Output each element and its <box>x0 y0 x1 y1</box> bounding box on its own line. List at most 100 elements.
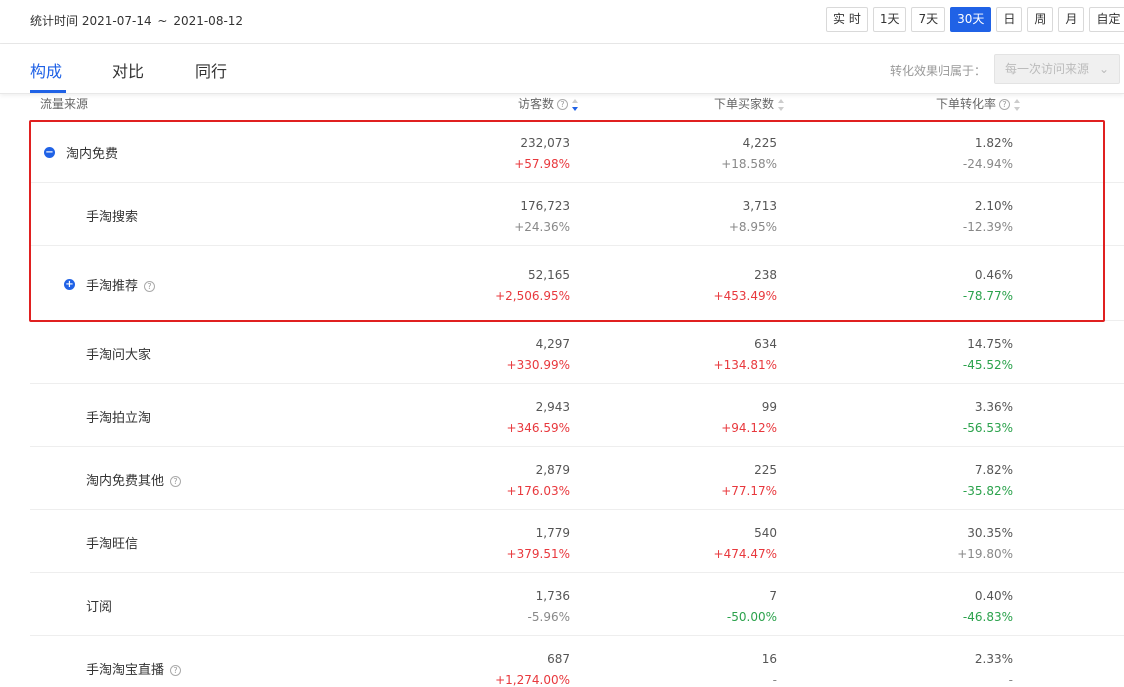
buyers-value: 16 <box>761 652 777 666</box>
cell-buyers: 16 - <box>762 650 777 687</box>
visitors-value: 2,943 <box>535 400 570 414</box>
column-header-visitors-label: 访客数 <box>518 97 555 111</box>
visitors-value: 687 <box>547 652 570 666</box>
tab-peers[interactable]: 同行 <box>195 58 227 82</box>
visitors-change: -5.96% <box>527 610 570 624</box>
column-header-rate[interactable]: 下单转化率? <box>936 95 1021 112</box>
cell-visitors: 687 +1,274.00% <box>495 650 570 687</box>
table-row[interactable]: 手淘搜索 176,723 +24.36% 3,713 +8.95% 2.10% -12.39… <box>30 183 1124 246</box>
table-row[interactable]: − 淘内免费 232,073 +57.98% 4,225 +18.58% 1.82% -24.… <box>30 120 1124 183</box>
row-source-label: 淘内免费其他 <box>86 473 165 489</box>
question-circle-icon[interactable]: ? <box>170 664 182 676</box>
column-header-rate-label: 下单转化率 <box>936 97 997 111</box>
cell-visitors: 2,943 +346.59% <box>507 398 570 437</box>
table-row[interactable]: 订阅 1,736 -5.96% 7 -50.00% 0.40% -46.83% <box>30 573 1124 636</box>
row-source-label: 订阅 <box>86 599 113 615</box>
table-row[interactable]: 淘内免费其他? 2,879 +176.03% 225 +77.17% 7.82% -35.8… <box>30 447 1124 510</box>
stat-time-label: 统计时间 <box>30 14 79 28</box>
cell-visitors: 4,297 +330.99% <box>507 335 570 374</box>
rate-change: -35.82% <box>962 484 1013 498</box>
minus-circle-icon[interactable]: − <box>44 146 55 158</box>
row-source-name: 订阅 <box>86 596 112 615</box>
cell-buyers: 3,713 +8.95% <box>729 197 777 236</box>
stat-time-end: 2021-08-12 <box>173 14 244 28</box>
question-circle-icon[interactable]: ? <box>999 99 1011 110</box>
rate-change: -24.94% <box>962 157 1013 171</box>
table-row[interactable]: + 手淘推荐? 52,165 +2,506.95% 238 +453.49% 0.46% -7… <box>30 246 1124 321</box>
range-button[interactable]: 实 时 <box>826 7 868 32</box>
cell-visitors: 2,879 +176.03% <box>507 461 570 500</box>
sort-arrows-icon[interactable] <box>572 98 579 111</box>
table-row[interactable]: 手淘拍立淘 2,943 +346.59% 99 +94.12% 3.36% -56.53% <box>30 384 1124 447</box>
cell-buyers: 99 +94.12% <box>721 398 777 437</box>
table-row[interactable]: 手淘问大家 4,297 +330.99% 634 +134.81% 14.75% -45.5… <box>30 321 1124 384</box>
rate-change: -12.39% <box>962 220 1013 234</box>
cell-rate: 2.33% - <box>975 650 1013 687</box>
range-button[interactable]: 30天 <box>950 7 992 32</box>
range-button[interactable]: 周 <box>1027 7 1054 32</box>
range-button[interactable]: 1天 <box>872 7 907 32</box>
column-header-buyers[interactable]: 下单买家数 <box>714 95 785 112</box>
tab-compare[interactable]: 对比 <box>112 58 144 82</box>
cell-visitors: 232,073 +57.98% <box>514 134 570 173</box>
cell-rate: 3.36% -56.53% <box>963 398 1013 437</box>
rate-value: 3.36% <box>974 400 1013 414</box>
cell-rate: 0.40% -46.83% <box>963 587 1013 626</box>
question-circle-icon[interactable]: ? <box>170 475 182 487</box>
buyers-value: 540 <box>754 526 777 540</box>
row-source-name: 手淘拍立淘 <box>86 407 151 426</box>
plus-circle-icon[interactable]: + <box>64 278 75 290</box>
stat-time-start: 2021-07-14 <box>81 14 152 28</box>
buyers-value: 3,713 <box>742 199 777 213</box>
visitors-value: 1,779 <box>535 526 570 540</box>
rate-change: -45.52% <box>962 358 1013 372</box>
attribution-label: 转化效果归属于： <box>890 64 987 78</box>
attribution-select[interactable]: 每一次访问来源 ⌄ <box>994 54 1120 84</box>
buyers-change: +453.49% <box>713 289 777 303</box>
row-source-name: 手淘推荐? <box>86 275 156 294</box>
rate-change: - <box>1008 673 1013 687</box>
cell-rate: 2.10% -12.39% <box>963 197 1013 236</box>
buyers-change: +77.17% <box>721 484 777 498</box>
buyers-value: 7 <box>769 589 777 603</box>
row-source-label: 手淘问大家 <box>86 347 152 363</box>
rate-value: 7.82% <box>974 463 1013 477</box>
row-source-name: 淘内免费其他? <box>86 470 182 489</box>
buyers-change: - <box>772 673 777 687</box>
buyers-value: 225 <box>754 463 777 477</box>
visitors-change: +346.59% <box>506 421 570 435</box>
tab-composition[interactable]: 构成 <box>30 58 62 82</box>
sort-arrows-icon[interactable] <box>1014 98 1021 111</box>
range-button[interactable]: 自定 <box>1089 7 1124 32</box>
buyers-value: 238 <box>754 268 777 282</box>
row-source-label: 手淘淘宝直播 <box>86 662 165 678</box>
row-source-name: 手淘旺信 <box>86 533 138 552</box>
cell-rate: 14.75% -45.52% <box>963 335 1013 374</box>
column-header-visitors[interactable]: 访客数? <box>518 95 579 112</box>
row-source-label: 淘内免费 <box>66 146 119 162</box>
cell-buyers: 4,225 +18.58% <box>721 134 777 173</box>
sort-arrows-icon[interactable] <box>778 98 785 111</box>
table-header: 流量来源 访客数? 下单买家数 下单转化率? <box>0 95 1124 119</box>
active-tab-underline <box>30 90 66 93</box>
range-button[interactable]: 7天 <box>911 7 946 32</box>
cell-buyers: 238 +453.49% <box>714 266 777 305</box>
question-circle-icon[interactable]: ? <box>557 99 569 110</box>
table-row[interactable]: 手淘淘宝直播? 687 +1,274.00% 16 - 2.33% - <box>30 636 1124 687</box>
top-bar: 统计时间 2021-07-14 ~ 2021-08-12 实 时 1天 7天 30天日… <box>0 0 1124 44</box>
buyers-change: +474.47% <box>713 547 777 561</box>
visitors-change: +176.03% <box>506 484 570 498</box>
visitors-change: +24.36% <box>514 220 570 234</box>
table-row[interactable]: 手淘旺信 1,779 +379.51% 540 +474.47% 30.35% +19.80… <box>30 510 1124 573</box>
visitors-change: +330.99% <box>506 358 570 372</box>
range-button[interactable]: 月 <box>1058 7 1085 32</box>
visitors-change: +379.51% <box>506 547 570 561</box>
tabs-row: 构成 对比 同行 转化效果归属于： 每一次访问来源 ⌄ <box>0 44 1124 94</box>
rate-change: +19.80% <box>957 547 1013 561</box>
visitors-value: 176,723 <box>520 199 570 213</box>
range-button[interactable]: 日 <box>996 7 1023 32</box>
cell-visitors: 1,736 -5.96% <box>528 587 570 626</box>
question-circle-icon[interactable]: ? <box>144 280 156 292</box>
buyers-change: -50.00% <box>726 610 777 624</box>
rate-value: 30.35% <box>967 526 1013 540</box>
